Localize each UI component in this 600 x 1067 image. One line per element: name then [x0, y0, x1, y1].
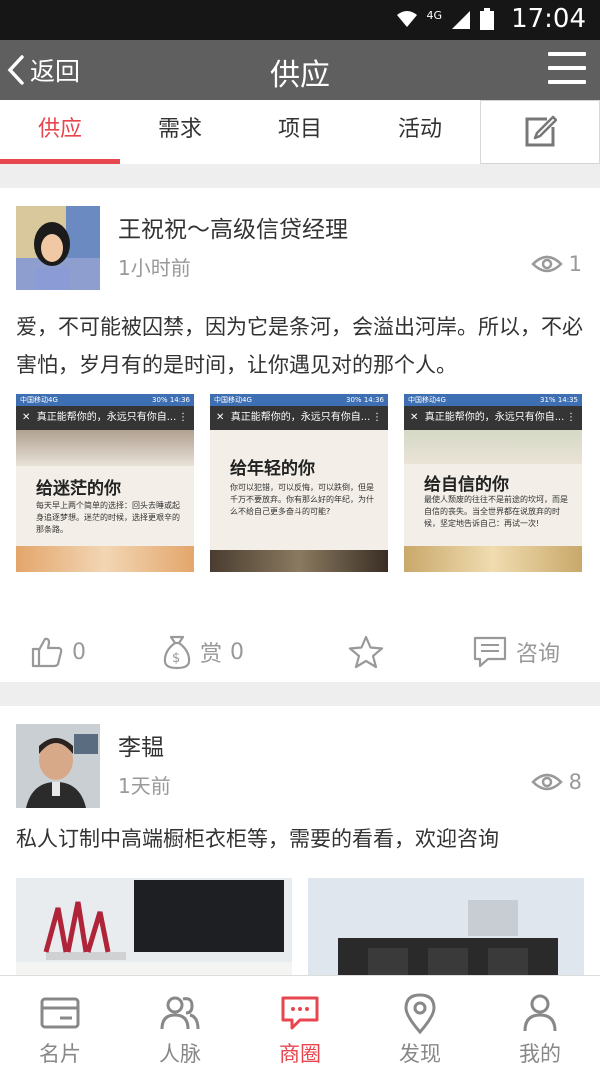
- nav-card-label: 名片: [39, 1042, 81, 1066]
- screenshot-status-bar: 中国移动4G 30% 14:36: [16, 394, 194, 406]
- message-icon: [473, 636, 507, 668]
- edit-icon: [525, 115, 557, 147]
- post-time: 1小时前: [118, 256, 191, 280]
- signal-icon: [452, 11, 470, 29]
- view-count: 8: [530, 770, 582, 794]
- post-image[interactable]: 中国移动4G 30% 14:36 ✕ 真正能帮你的，永远只有你自... ⋮ 给迷茫的…: [16, 394, 194, 572]
- nav-card[interactable]: 名片: [0, 976, 120, 1067]
- money-bag-icon: $: [163, 635, 191, 670]
- nav-discover[interactable]: 发现: [360, 976, 480, 1067]
- eye-icon: [530, 255, 563, 273]
- network-type: 4G: [426, 8, 442, 22]
- svg-text:$: $: [172, 651, 180, 666]
- screenshot-title-bar: ✕ 真正能帮你的，永远只有你自... ⋮: [210, 406, 388, 430]
- status-icons: 4G: [396, 8, 494, 30]
- tab-bar: 供应 需求 项目 活动: [0, 100, 600, 164]
- location-icon: [404, 993, 436, 1034]
- bottom-nav: 名片 人脉 商圈 发现 我的: [0, 975, 600, 1067]
- screenshot-title-bar: ✕ 真正能帮你的，永远只有你自... ⋮: [16, 406, 194, 430]
- compose-button[interactable]: [480, 100, 600, 164]
- post-content: 私人订制中高端橱柜衣柜等，需要的看看，欢迎咨询: [16, 827, 499, 851]
- nav-business-circle-label: 商圈: [279, 1042, 321, 1066]
- author-name[interactable]: 王祝祝～高级信贷经理: [118, 210, 348, 244]
- tab-activity[interactable]: 活动: [360, 100, 480, 164]
- consult-label: 咨询: [516, 642, 561, 667]
- post-actions: 0 $ 赏 0 咨询: [0, 622, 600, 682]
- nav-discover-label: 发现: [399, 1042, 441, 1066]
- menu-icon[interactable]: [548, 52, 586, 88]
- consult-button[interactable]: 咨询: [472, 622, 560, 682]
- card-icon: [40, 997, 80, 1029]
- status-time: 17:04: [511, 4, 586, 34]
- post-image[interactable]: 中国移动4G 31% 14:35 ✕ 真正能帮你的，永远只有你自... ⋮ 给自信的…: [404, 394, 582, 572]
- profile-icon: [523, 994, 557, 1032]
- status-bar: 4G 17:04: [0, 0, 600, 40]
- avatar[interactable]: [16, 206, 100, 290]
- reward-label: 赏: [200, 642, 223, 667]
- post-content: 爱，不可能被囚禁，因为它是条河，会溢出河岸。所以，不必害怕，岁月有的是时间，让你…: [16, 315, 583, 377]
- navbar: 返回 供应: [0, 40, 600, 100]
- post-time: 1天前: [118, 774, 171, 798]
- nav-contacts-label: 人脉: [159, 1042, 201, 1066]
- screenshot-status-bar: 中国移动4G 30% 14:36: [210, 394, 388, 406]
- like-button[interactable]: 0: [30, 622, 86, 682]
- post-card[interactable]: 王祝祝～高级信贷经理 1小时前 1 爱，不可能被囚禁，因为它是条河，会溢出河岸。…: [0, 188, 600, 682]
- view-count-value: 8: [568, 770, 582, 794]
- nav-profile[interactable]: 我的: [480, 976, 600, 1067]
- view-count-value: 1: [568, 252, 582, 276]
- nav-contacts[interactable]: 人脉: [120, 976, 240, 1067]
- tab-demand[interactable]: 需求: [120, 100, 240, 164]
- screenshot-status-bar: 中国移动4G 31% 14:35: [404, 394, 582, 406]
- chat-icon: [281, 996, 319, 1030]
- screenshot-title-bar: ✕ 真正能帮你的，永远只有你自... ⋮: [404, 406, 582, 430]
- post-image[interactable]: 中国移动4G 30% 14:36 ✕ 真正能帮你的，永远只有你自... ⋮ 给年轻的…: [210, 394, 388, 572]
- screenshot-body: 最使人颓废的往往不是前途的坎坷，而是自信的丧失。当全世界都在说放弃的时候，坚定地…: [424, 495, 568, 528]
- contacts-icon: [160, 996, 200, 1030]
- screenshot-heading: 给自信的你: [424, 475, 509, 495]
- nav-profile-label: 我的: [519, 1042, 561, 1066]
- wifi-icon: [397, 11, 418, 27]
- post-card[interactable]: 李韫 1天前 8 私人订制中高端橱柜衣柜等，需要的看看，欢迎咨询: [0, 706, 600, 1006]
- page-title: 供应: [270, 58, 330, 93]
- author-name[interactable]: 李韫: [118, 728, 164, 762]
- screenshot-heading: 给迷茫的你: [36, 479, 121, 499]
- battery-icon: [480, 8, 494, 30]
- screenshot-heading: 给年轻的你: [230, 459, 315, 479]
- tab-project[interactable]: 项目: [240, 100, 360, 164]
- image-grid: 中国移动4G 30% 14:36 ✕ 真正能帮你的，永远只有你自... ⋮ 给迷茫的…: [16, 394, 582, 572]
- eye-icon: [530, 773, 563, 791]
- thumbs-up-icon: [31, 637, 63, 668]
- nav-business-circle[interactable]: 商圈: [240, 976, 360, 1067]
- like-count: 0: [72, 639, 86, 665]
- view-count: 1: [530, 252, 582, 276]
- favorite-button[interactable]: [348, 622, 384, 682]
- reward-count: 0: [230, 639, 245, 665]
- tab-supply[interactable]: 供应: [0, 100, 120, 164]
- reward-button[interactable]: $ 赏 0: [162, 622, 244, 682]
- screenshot-body: 每天早上两个简单的选择：回头去睡或起身追逐梦想。迷茫的时候，选择更艰辛的那条路。: [36, 501, 180, 534]
- avatar[interactable]: [16, 724, 100, 808]
- star-icon: [348, 635, 384, 669]
- screenshot-body: 你可以犯错，可以反悔，可以跌倒，但是千万不要放弃。你有那么好的年纪，为什么不给自…: [230, 483, 374, 516]
